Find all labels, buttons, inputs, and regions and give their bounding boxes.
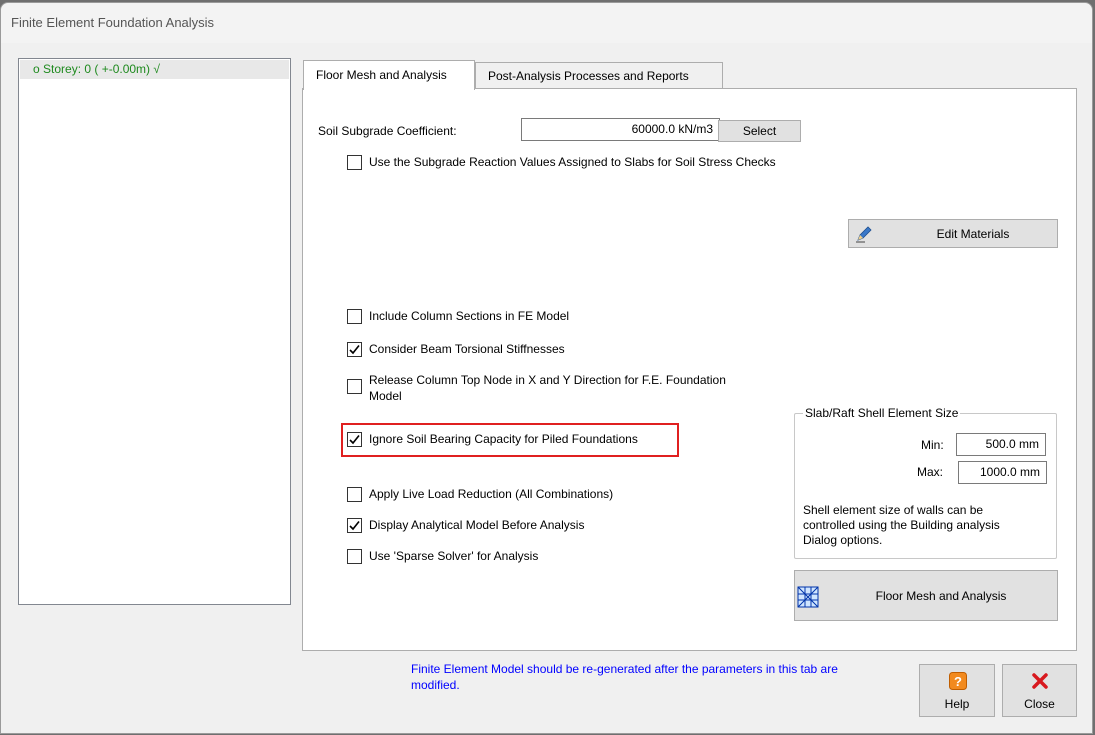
release-column-checkbox[interactable]: [347, 379, 362, 394]
help-icon: ?: [949, 672, 967, 693]
tree-item-storey[interactable]: o Storey: 0 ( +-0.00m) √: [20, 60, 289, 79]
footer-note-line1: Finite Element Model should be re-genera…: [411, 662, 838, 676]
help-button[interactable]: ? Help: [919, 664, 995, 717]
help-label: Help: [944, 697, 970, 711]
select-button[interactable]: Select: [718, 120, 801, 142]
close-icon: [1031, 672, 1049, 693]
check-mark-icon: [349, 521, 360, 531]
release-column-label-line1: Release Column Top Node in X and Y Direc…: [369, 373, 726, 387]
floor-mesh-label: Floor Mesh and Analysis: [875, 589, 1007, 603]
close-label: Close: [1024, 697, 1055, 711]
shell-note-line3: Dialog options.: [803, 533, 883, 547]
shell-note-line2: controlled using the Building analysis: [803, 518, 1000, 532]
close-button[interactable]: Close: [1002, 664, 1077, 717]
sparse-solver-checkbox[interactable]: [347, 549, 362, 564]
shell-note-line1: Shell element size of walls can be: [803, 503, 984, 517]
check-mark-icon: [349, 345, 360, 355]
min-size-input[interactable]: 500.0 mm: [956, 433, 1046, 456]
ignore-soil-label: Ignore Soil Bearing Capacity for Piled F…: [369, 432, 638, 446]
max-label: Max:: [917, 465, 944, 479]
max-size-input[interactable]: 1000.0 mm: [958, 461, 1047, 484]
tab-floor-mesh[interactable]: Floor Mesh and Analysis: [303, 60, 475, 90]
subgrade-checkbox[interactable]: [347, 155, 362, 170]
soil-coefficient-input[interactable]: 60000.0 kN/m3: [521, 118, 720, 141]
beam-torsional-label: Consider Beam Torsional Stiffnesses: [369, 342, 565, 356]
beam-torsional-checkbox[interactable]: [347, 342, 362, 357]
tab-post-analysis[interactable]: Post-Analysis Processes and Reports: [475, 62, 723, 89]
ignore-soil-checkbox[interactable]: [347, 432, 362, 447]
display-model-label: Display Analytical Model Before Analysis: [369, 518, 585, 532]
storey-tree[interactable]: o Storey: 0 ( +-0.00m) √: [18, 58, 291, 605]
column-sections-label: Include Column Sections in FE Model: [369, 309, 570, 323]
live-load-checkbox[interactable]: [347, 487, 362, 502]
footer-note-line2: modified.: [411, 678, 460, 692]
soil-coefficient-label: Soil Subgrade Coefficient:: [318, 124, 457, 138]
live-load-label: Apply Live Load Reduction (All Combinati…: [369, 487, 614, 501]
column-sections-checkbox[interactable]: [347, 309, 362, 324]
sparse-solver-label: Use 'Sparse Solver' for Analysis: [369, 549, 539, 563]
subgrade-label: Use the Subgrade Reaction Values Assigne…: [369, 155, 776, 169]
edit-materials-button[interactable]: Edit Materials: [848, 219, 1058, 248]
release-column-label-line2: Model: [369, 389, 402, 403]
title-bar[interactable]: Finite Element Foundation Analysis: [1, 3, 1092, 43]
floor-mesh-button[interactable]: Floor Mesh and Analysis: [794, 570, 1058, 621]
check-mark-icon: [349, 435, 360, 445]
edit-materials-label: Edit Materials: [936, 227, 1010, 241]
shell-size-group: Slab/Raft Shell Element Size Min: 500.0 …: [794, 406, 1057, 559]
shell-size-title: Slab/Raft Shell Element Size: [803, 406, 961, 420]
svg-text:?: ?: [954, 674, 962, 689]
display-model-checkbox[interactable]: [347, 518, 362, 533]
window-title: Finite Element Foundation Analysis: [11, 15, 215, 30]
tab-panel-floor-mesh: Soil Subgrade Coefficient: 60000.0 kN/m3…: [302, 88, 1077, 651]
min-label: Min:: [921, 438, 944, 452]
dialog-window: Finite Element Foundation Analysis o Sto…: [0, 2, 1093, 734]
